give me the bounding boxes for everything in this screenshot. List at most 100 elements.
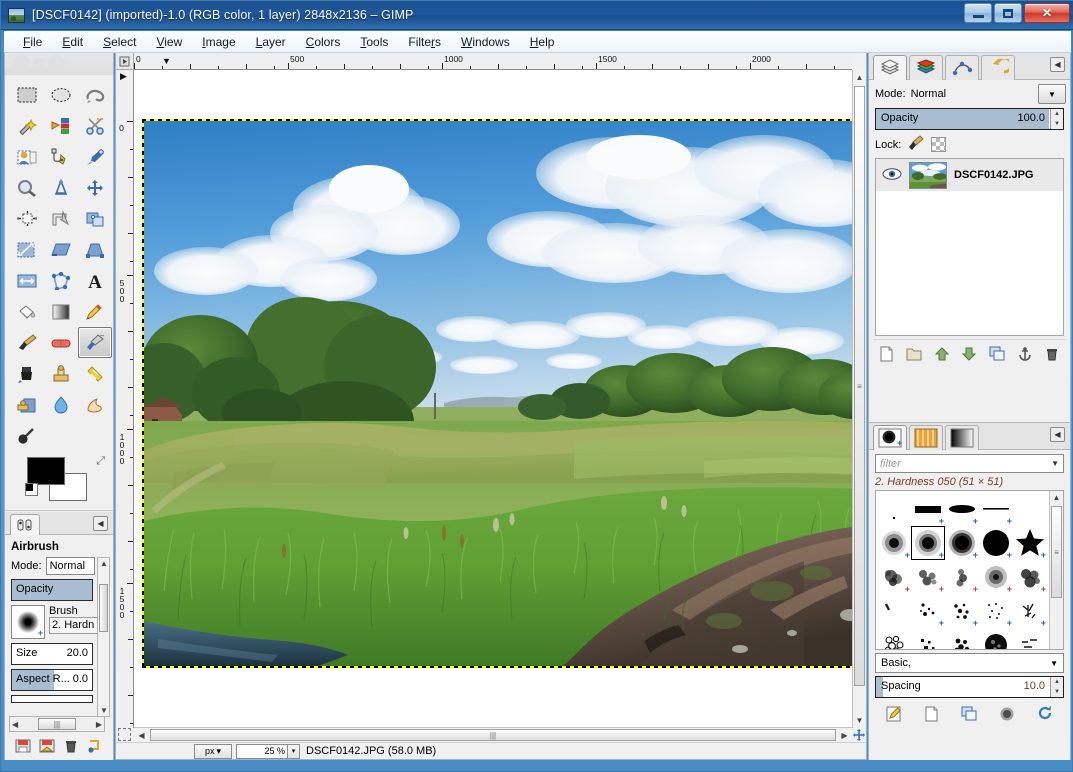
brush-cell[interactable]: +	[1013, 628, 1047, 649]
menu-view[interactable]: View	[147, 32, 191, 52]
spacing-spin-up-icon[interactable]: ▲	[1051, 677, 1063, 687]
heal-tool[interactable]	[78, 358, 112, 389]
hscroll-right-icon[interactable]: ▶	[96, 720, 102, 729]
layers-menu-button[interactable]: ◀	[1050, 57, 1065, 72]
brush-tag-combobox[interactable]: Basic, ▼	[875, 653, 1064, 673]
aspect-ratio-slider[interactable]: Aspect R... 0.0	[11, 669, 93, 691]
tab-patterns[interactable]	[909, 425, 943, 450]
menu-layer[interactable]: Layer	[247, 32, 295, 52]
zoom-dropdown-button[interactable]: ▾	[288, 743, 300, 759]
brush-cell[interactable]: +	[1013, 526, 1047, 560]
brush-cell[interactable]: +	[945, 560, 979, 594]
canvas-vscroll-thumb[interactable]: ≡	[854, 86, 865, 686]
horizontal-ruler[interactable]: 0 500 1000 1500 2000 ▼	[134, 53, 852, 70]
ruler-origin-button[interactable]	[116, 53, 134, 70]
brush-scroll-up-icon[interactable]: ▲	[1050, 491, 1063, 504]
rect-select-tool[interactable]	[10, 79, 44, 110]
brush-cell[interactable]: +	[1013, 594, 1047, 628]
brush-cell[interactable]: +	[979, 594, 1013, 628]
maximize-button[interactable]	[994, 3, 1022, 23]
paintbrush-tool[interactable]	[10, 327, 44, 358]
brush-cell[interactable]: +	[979, 560, 1013, 594]
smudge-tool[interactable]	[78, 389, 112, 420]
delete-brush-button[interactable]	[998, 705, 1016, 723]
size-slider[interactable]: Size 20.0	[11, 643, 93, 665]
brush-cell[interactable]: +	[911, 492, 945, 526]
tab-layers[interactable]	[873, 55, 907, 80]
scroll-up-icon[interactable]: ▲	[100, 559, 108, 568]
spacing-spin-down-icon[interactable]: ▼	[1051, 687, 1063, 697]
reset-colors-icon[interactable]	[25, 483, 38, 496]
crop-tool[interactable]	[44, 203, 78, 234]
gradient-tool[interactable]	[44, 296, 78, 327]
foreground-select-tool[interactable]	[10, 141, 44, 172]
zoom-tool[interactable]	[10, 172, 44, 203]
tool-options-menu-button[interactable]: ◀	[93, 516, 108, 531]
new-layer-button[interactable]	[878, 345, 896, 363]
duplicate-layer-button[interactable]	[988, 345, 1006, 363]
foreground-color-swatch[interactable]	[27, 457, 65, 485]
brush-cell[interactable]: +	[877, 526, 911, 560]
shear-tool[interactable]	[44, 234, 78, 265]
spacing-spinner[interactable]: ▲ ▼	[1050, 677, 1063, 697]
brush-cell[interactable]: +	[979, 628, 1013, 649]
brush-scroll-thumb[interactable]: ≡	[1051, 506, 1062, 598]
bucket-fill-tool[interactable]	[10, 296, 44, 327]
quick-mask-toggle[interactable]	[118, 728, 131, 741]
paths-tool[interactable]	[44, 141, 78, 172]
canvas-vertical-scrollbar[interactable]: ▲ ≡ ▼	[852, 70, 866, 728]
vertical-ruler[interactable]: ▶ 0 500 1000 1500	[116, 70, 134, 728]
measure-tool[interactable]	[44, 172, 78, 203]
clone-tool[interactable]	[44, 358, 78, 389]
brush-cell[interactable]: +	[877, 560, 911, 594]
flip-tool[interactable]	[10, 265, 44, 296]
save-tool-options-button[interactable]	[14, 737, 32, 755]
brush-cell[interactable]: +	[1013, 560, 1047, 594]
brush-cell[interactable]: +	[945, 492, 979, 526]
transform-tool[interactable]	[78, 203, 112, 234]
eraser-tool[interactable]	[44, 327, 78, 358]
menu-image[interactable]: Image	[193, 32, 244, 52]
navigation-preview-button[interactable]	[852, 727, 866, 742]
new-brush-button[interactable]	[923, 705, 941, 723]
raise-layer-button[interactable]	[933, 345, 951, 363]
brush-cell[interactable]	[877, 594, 911, 628]
canvas-scroll-left-icon[interactable]: ◀	[135, 729, 148, 741]
brush-cell[interactable]: +	[945, 526, 979, 560]
layer-row-0[interactable]: DSCF0142.JPG	[876, 159, 1063, 191]
brush-cell[interactable]: +	[877, 628, 911, 649]
brush-filter-input[interactable]: filter ▼	[875, 454, 1064, 473]
menu-edit[interactable]: Edit	[53, 32, 92, 52]
delete-layer-button[interactable]	[1043, 345, 1061, 363]
hscrollbar-thumb[interactable]: |||	[38, 718, 76, 730]
restore-tool-options-button[interactable]	[38, 737, 56, 755]
tab-tool-options[interactable]	[10, 514, 40, 535]
perspective-tool[interactable]	[78, 234, 112, 265]
brush-grid-scrollbar[interactable]: ▲ ≡	[1049, 491, 1063, 649]
layer-visibility-icon[interactable]	[882, 167, 902, 184]
blur-sharpen-tool[interactable]	[44, 389, 78, 420]
spin-down-icon[interactable]: ▼	[1051, 119, 1063, 129]
scrollbar-thumb[interactable]	[99, 584, 108, 632]
canvas-scroll-down-icon[interactable]: ▼	[854, 714, 865, 727]
tab-channels[interactable]	[909, 55, 943, 80]
brush-cell-selected[interactable]: +	[911, 526, 945, 560]
delete-tool-options-button[interactable]	[62, 737, 80, 755]
color-indicator-area[interactable]: ⤢	[25, 455, 105, 505]
airbrush-tool[interactable]	[78, 327, 112, 358]
zoom-entry[interactable]: 25 %	[236, 743, 288, 759]
layer-opacity-spinner[interactable]: ▲ ▼	[1050, 109, 1063, 129]
hscroll-left-icon[interactable]: ◀	[12, 720, 18, 729]
spin-up-icon[interactable]: ▲	[1051, 109, 1063, 119]
brush-filter-caret-icon[interactable]: ▼	[1051, 459, 1059, 468]
brush-cell[interactable]: +	[911, 560, 945, 594]
menu-filters[interactable]: Filters	[399, 32, 450, 52]
brush-cell[interactable]: +	[945, 628, 979, 649]
duplicate-brush-button[interactable]	[960, 705, 978, 723]
pencil-tool[interactable]	[78, 296, 112, 327]
canvas-scroll-right-icon[interactable]: ▶	[838, 729, 851, 741]
scroll-down-icon[interactable]: ▼	[100, 706, 108, 715]
lock-alpha-icon[interactable]	[931, 137, 947, 152]
tab-brushes[interactable]: +	[873, 425, 907, 450]
brush-spacing-slider[interactable]: Spacing 10.0 ▲ ▼	[875, 676, 1064, 698]
